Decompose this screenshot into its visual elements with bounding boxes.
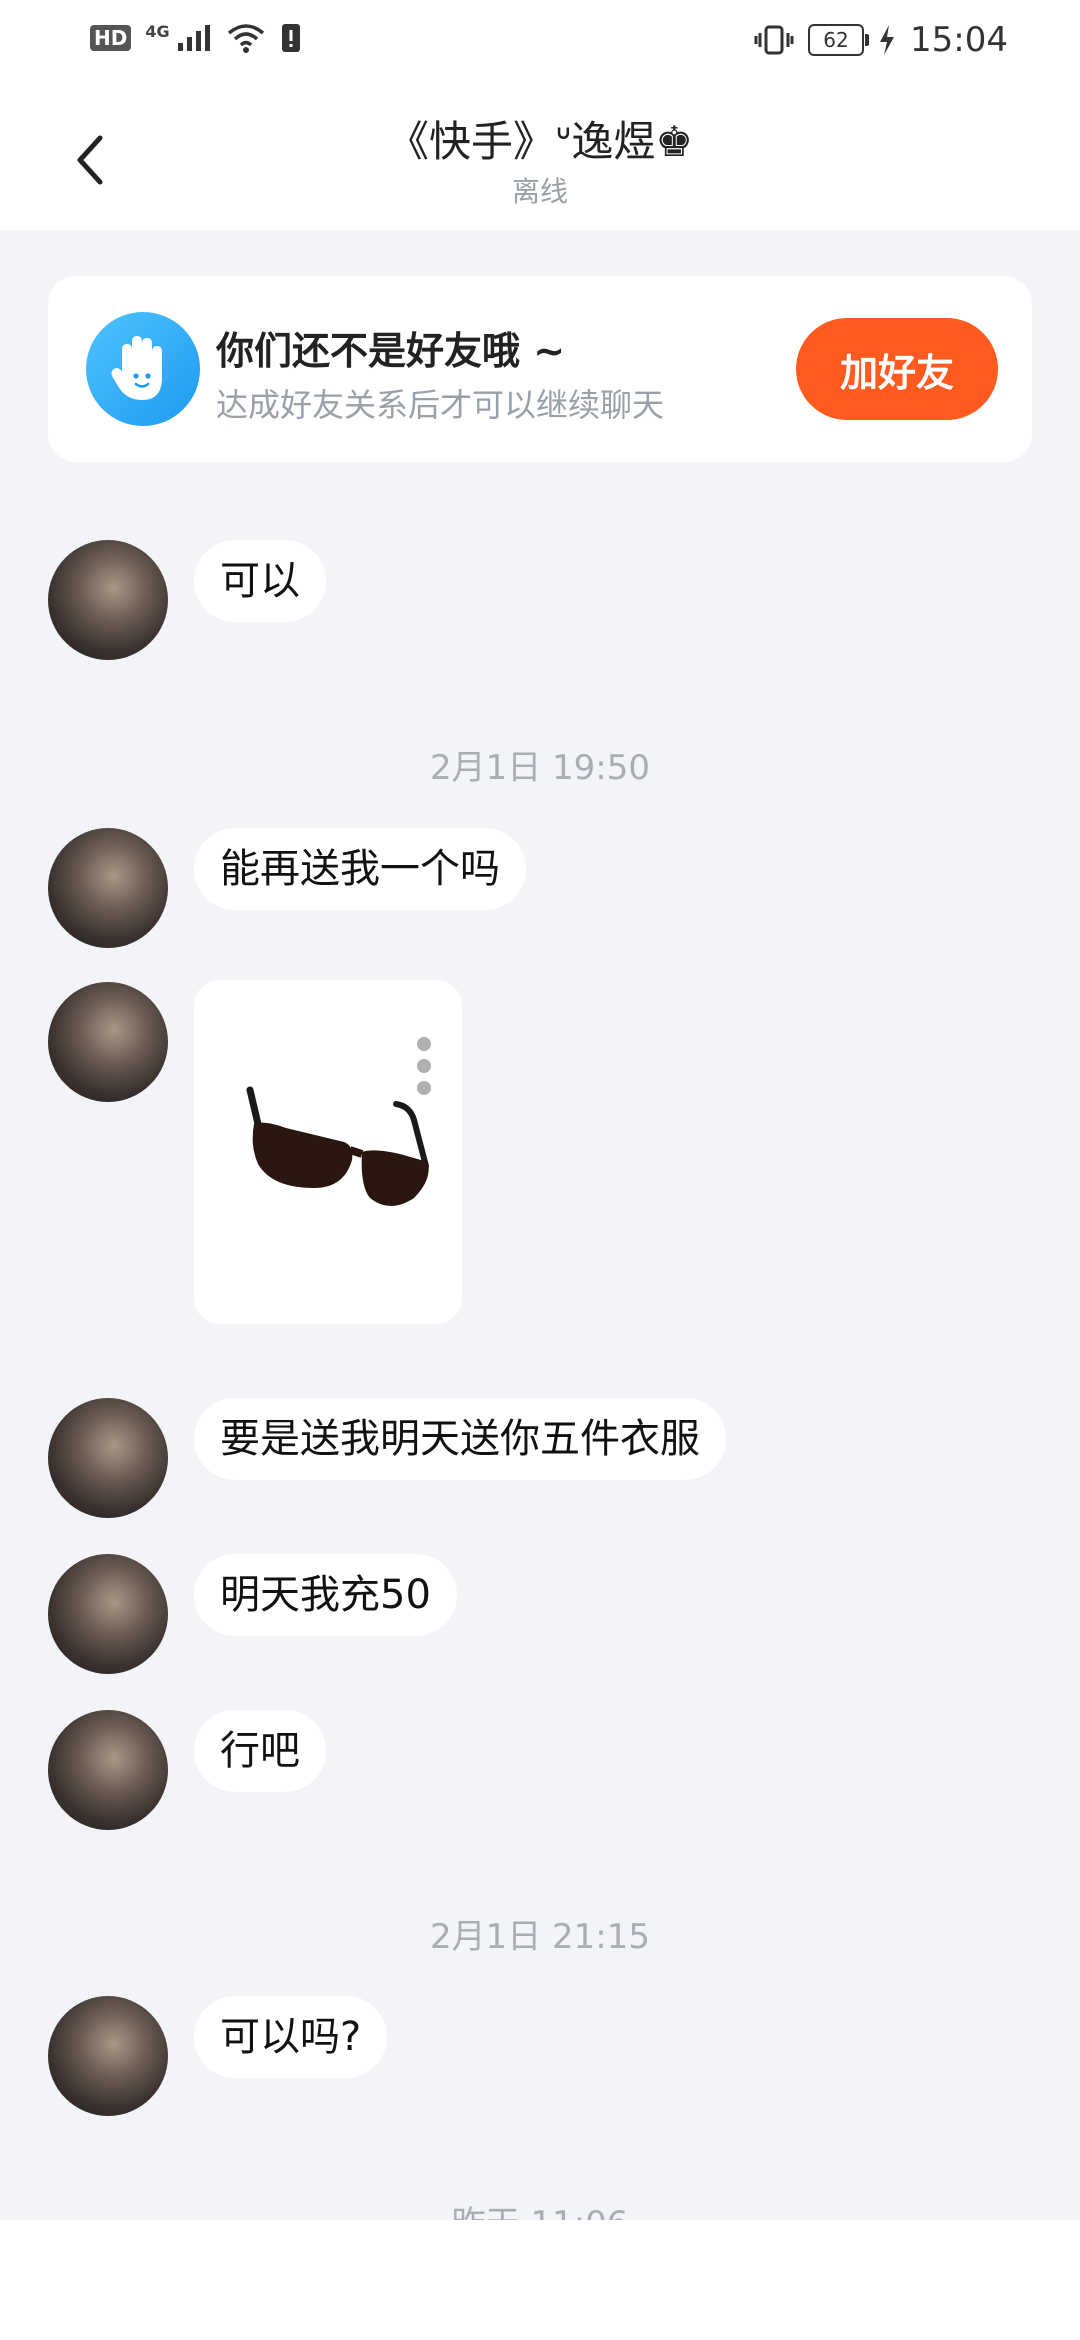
sunglasses-icon [246, 1086, 429, 1206]
status-time: 15:04 [910, 20, 1008, 60]
message-bubble[interactable]: 行吧 [194, 1710, 326, 1792]
contact-avatar[interactable] [48, 828, 168, 948]
contact-avatar[interactable] [48, 1996, 168, 2116]
message-bubble[interactable]: 要是送我明天送你五件衣服 [194, 1398, 726, 1480]
time-separator: 2月1日 21:15 [429, 1917, 651, 1957]
network-type: 4G [145, 22, 170, 41]
card-title: 你们还不是好友哦 ~ [216, 329, 566, 373]
message-bubble[interactable]: 可以吗? [194, 1996, 388, 2078]
signal-icon [177, 25, 210, 51]
message-bubble[interactable]: 明天我充50 [194, 1554, 457, 1636]
battery-icon: 62 [808, 24, 870, 56]
bottom-panel [0, 2220, 1080, 2340]
sim-alert-icon [281, 24, 300, 52]
chat-title: 《快手》ᐡ逸煜♚ [387, 117, 693, 166]
battery-level: 62 [823, 28, 849, 52]
message-bubble[interactable]: 能再送我一个吗 [194, 828, 526, 910]
message-bubble[interactable]: 可以 [194, 540, 326, 622]
add-friend-button[interactable]: 加好友 [796, 318, 998, 420]
not-friends-card: 你们还不是好友哦 ~ 达成好友关系后才可以继续聊天 加好友 [48, 276, 1032, 462]
contact-avatar[interactable] [48, 1710, 168, 1830]
card-subtitle: 达成好友关系后才可以继续聊天 [216, 386, 665, 424]
wave-hand-icon [86, 312, 200, 426]
wifi-icon [227, 24, 264, 53]
contact-avatar[interactable] [48, 540, 168, 660]
status-bar: HD 4G 62 15:04 [0, 0, 1080, 84]
charging-icon [880, 25, 895, 55]
contact-avatar[interactable] [48, 1398, 168, 1518]
contact-avatar[interactable] [48, 982, 168, 1102]
contact-avatar[interactable] [48, 1554, 168, 1674]
hd-badge: HD [90, 25, 132, 51]
time-separator: 2月1日 19:50 [429, 748, 651, 788]
online-status: 离线 [511, 175, 568, 208]
vibrate-icon [754, 25, 794, 55]
sunglasses-sticker[interactable] [194, 980, 462, 1324]
chat-header: 《快手》ᐡ逸煜♚ 离线 [0, 84, 1080, 230]
